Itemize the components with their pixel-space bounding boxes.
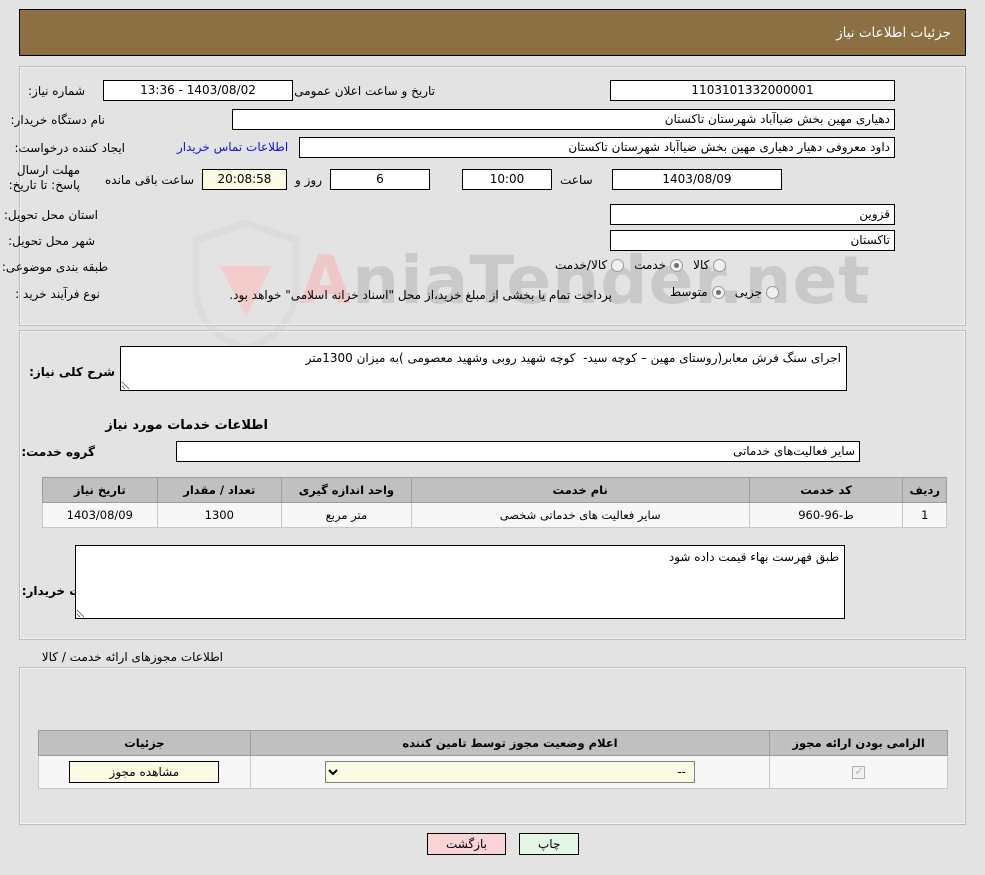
back-button[interactable]: بازگشت bbox=[427, 833, 506, 855]
process-radio-jozi[interactable] bbox=[766, 285, 780, 299]
province-field[interactable]: قزوین bbox=[610, 204, 895, 225]
page-title: جزئیات اطلاعات نیاز bbox=[836, 24, 951, 41]
view-permit-button[interactable]: مشاهده مجوز bbox=[69, 761, 220, 783]
need-description-textarea[interactable] bbox=[120, 346, 847, 391]
countdown-timer-field: 20:08:58 bbox=[202, 169, 287, 190]
service-group-field[interactable]: سایر فعالیت‌های خدماتی bbox=[176, 441, 860, 462]
services-heading: اطلاعات خدمات مورد نیاز bbox=[105, 418, 268, 433]
need-description-label: شرح کلی نیاز: bbox=[29, 365, 115, 379]
td-service-name: سایر فعالیت های خدماتی شخصی bbox=[410, 502, 750, 528]
category-radio-khedmat[interactable] bbox=[670, 258, 684, 272]
service-group-label: گروه خدمت: bbox=[21, 445, 95, 459]
services-table: ردیف کد خدمت نام خدمت واحد اندازه گیری ت… bbox=[42, 477, 947, 528]
need-number-label: شماره نیاز: bbox=[28, 84, 85, 98]
deadline-label: مهلت ارسال پاسخ: تا تاریخ: bbox=[8, 163, 80, 192]
requester-label: ایجاد کننده درخواست: bbox=[14, 141, 125, 155]
province-label: استان محل تحویل: bbox=[3, 208, 98, 222]
th-row: ردیف bbox=[902, 477, 947, 503]
remaining-days-label: روز و bbox=[295, 173, 322, 187]
td-unit: متر مربع bbox=[281, 502, 412, 528]
permits-table: الزامی بودن ارائه مجوز اعلام وضعیت مجوز … bbox=[38, 730, 948, 789]
remaining-hours-label: ساعت باقی مانده bbox=[105, 173, 195, 187]
top-info-panel bbox=[19, 66, 966, 326]
process-radio-motavaset[interactable] bbox=[711, 285, 725, 299]
deadline-hour-label: ساعت bbox=[560, 173, 593, 187]
category-radio-kala[interactable] bbox=[713, 258, 727, 272]
th-permit-details: جزئیات bbox=[38, 730, 251, 756]
permit-required-checkbox bbox=[852, 764, 866, 779]
remaining-days-field[interactable]: 6 bbox=[330, 169, 430, 190]
treasury-text: پرداخت تمام یا بخشی از مبلغ خرید،از محل … bbox=[229, 288, 612, 302]
category-radio-kala-khedmat-label: کالا/خدمت bbox=[555, 258, 608, 272]
td-permit-status: -- bbox=[249, 755, 771, 789]
print-button[interactable]: چاپ bbox=[519, 833, 580, 855]
th-permit-required: الزامی بودن ارائه مجوز bbox=[769, 730, 948, 756]
td-need-date: 1403/08/09 bbox=[42, 502, 158, 528]
page-root: AniaTender.net جزئیات اطلاعات نیاز شماره… bbox=[0, 0, 985, 875]
services-table-header-row: ردیف کد خدمت نام خدمت واحد اندازه گیری ت… bbox=[42, 477, 947, 503]
th-service-name: نام خدمت bbox=[410, 477, 750, 503]
process-radio-motavaset-label: متوسط bbox=[670, 285, 708, 299]
city-label: شهر محل تحویل: bbox=[8, 234, 95, 248]
page-header: جزئیات اطلاعات نیاز bbox=[19, 9, 966, 56]
process-label: نوع فرآیند خرید : bbox=[15, 287, 100, 301]
td-permit-required bbox=[769, 755, 948, 789]
td-quantity: 1300 bbox=[156, 502, 283, 528]
requester-field[interactable]: داود معروفی دهیار دهیاری مهین بخش ضیاآبا… bbox=[299, 137, 895, 158]
category-radio-kala-khedmat[interactable] bbox=[611, 258, 625, 272]
buyer-org-label: نام دستگاه خریدار: bbox=[10, 113, 106, 127]
deadline-hour-field[interactable]: 10:00 bbox=[462, 169, 552, 190]
category-radio-group[interactable]: کالا خدمت کالا/خدمت bbox=[545, 258, 727, 272]
table-row: -- مشاهده مجوز bbox=[38, 755, 948, 789]
td-row: 1 bbox=[902, 502, 947, 528]
td-permit-details: مشاهده مجوز bbox=[38, 755, 251, 789]
permits-table-header-row: الزامی بودن ارائه مجوز اعلام وضعیت مجوز … bbox=[38, 730, 948, 756]
permits-heading: اطلاعات مجوزهای ارائه خدمت / کالا bbox=[41, 650, 223, 664]
deadline-date-field[interactable]: 1403/08/09 bbox=[612, 169, 782, 190]
category-radio-khedmat-label: خدمت bbox=[634, 258, 667, 272]
td-service-code: ط-96-960 bbox=[748, 502, 904, 528]
process-radio-jozi-label: جزیی bbox=[734, 285, 763, 299]
th-need-date: تاریخ نیاز bbox=[42, 477, 158, 503]
buyer-contact-link[interactable]: اطلاعات تماس خریدار bbox=[177, 140, 288, 154]
th-quantity: تعداد / مقدار bbox=[156, 477, 283, 503]
buyer-org-field[interactable]: دهیاری مهین بخش ضیاآباد شهرستان تاکستان bbox=[232, 109, 895, 130]
need-number-field[interactable]: 1103101332000001 bbox=[610, 80, 895, 101]
th-permit-status: اعلام وضعیت مجوز توسط تامین کننده bbox=[249, 730, 771, 756]
category-radio-kala-label: کالا bbox=[693, 258, 710, 272]
process-radio-group[interactable]: جزیی متوسط bbox=[660, 285, 780, 299]
th-unit: واحد اندازه گیری bbox=[281, 477, 412, 503]
city-field[interactable]: تاکستان bbox=[610, 230, 895, 251]
table-row: 1 ط-96-960 سایر فعالیت های خدماتی شخصی م… bbox=[42, 502, 947, 528]
category-label: طبقه بندی موضوعی: bbox=[1, 260, 108, 274]
buyer-notes-textarea[interactable] bbox=[75, 545, 845, 619]
announce-datetime-field[interactable]: 1403/08/02 - 13:36 bbox=[103, 80, 293, 101]
permit-status-dropdown[interactable]: -- bbox=[324, 761, 695, 783]
th-service-code: کد خدمت bbox=[748, 477, 904, 503]
